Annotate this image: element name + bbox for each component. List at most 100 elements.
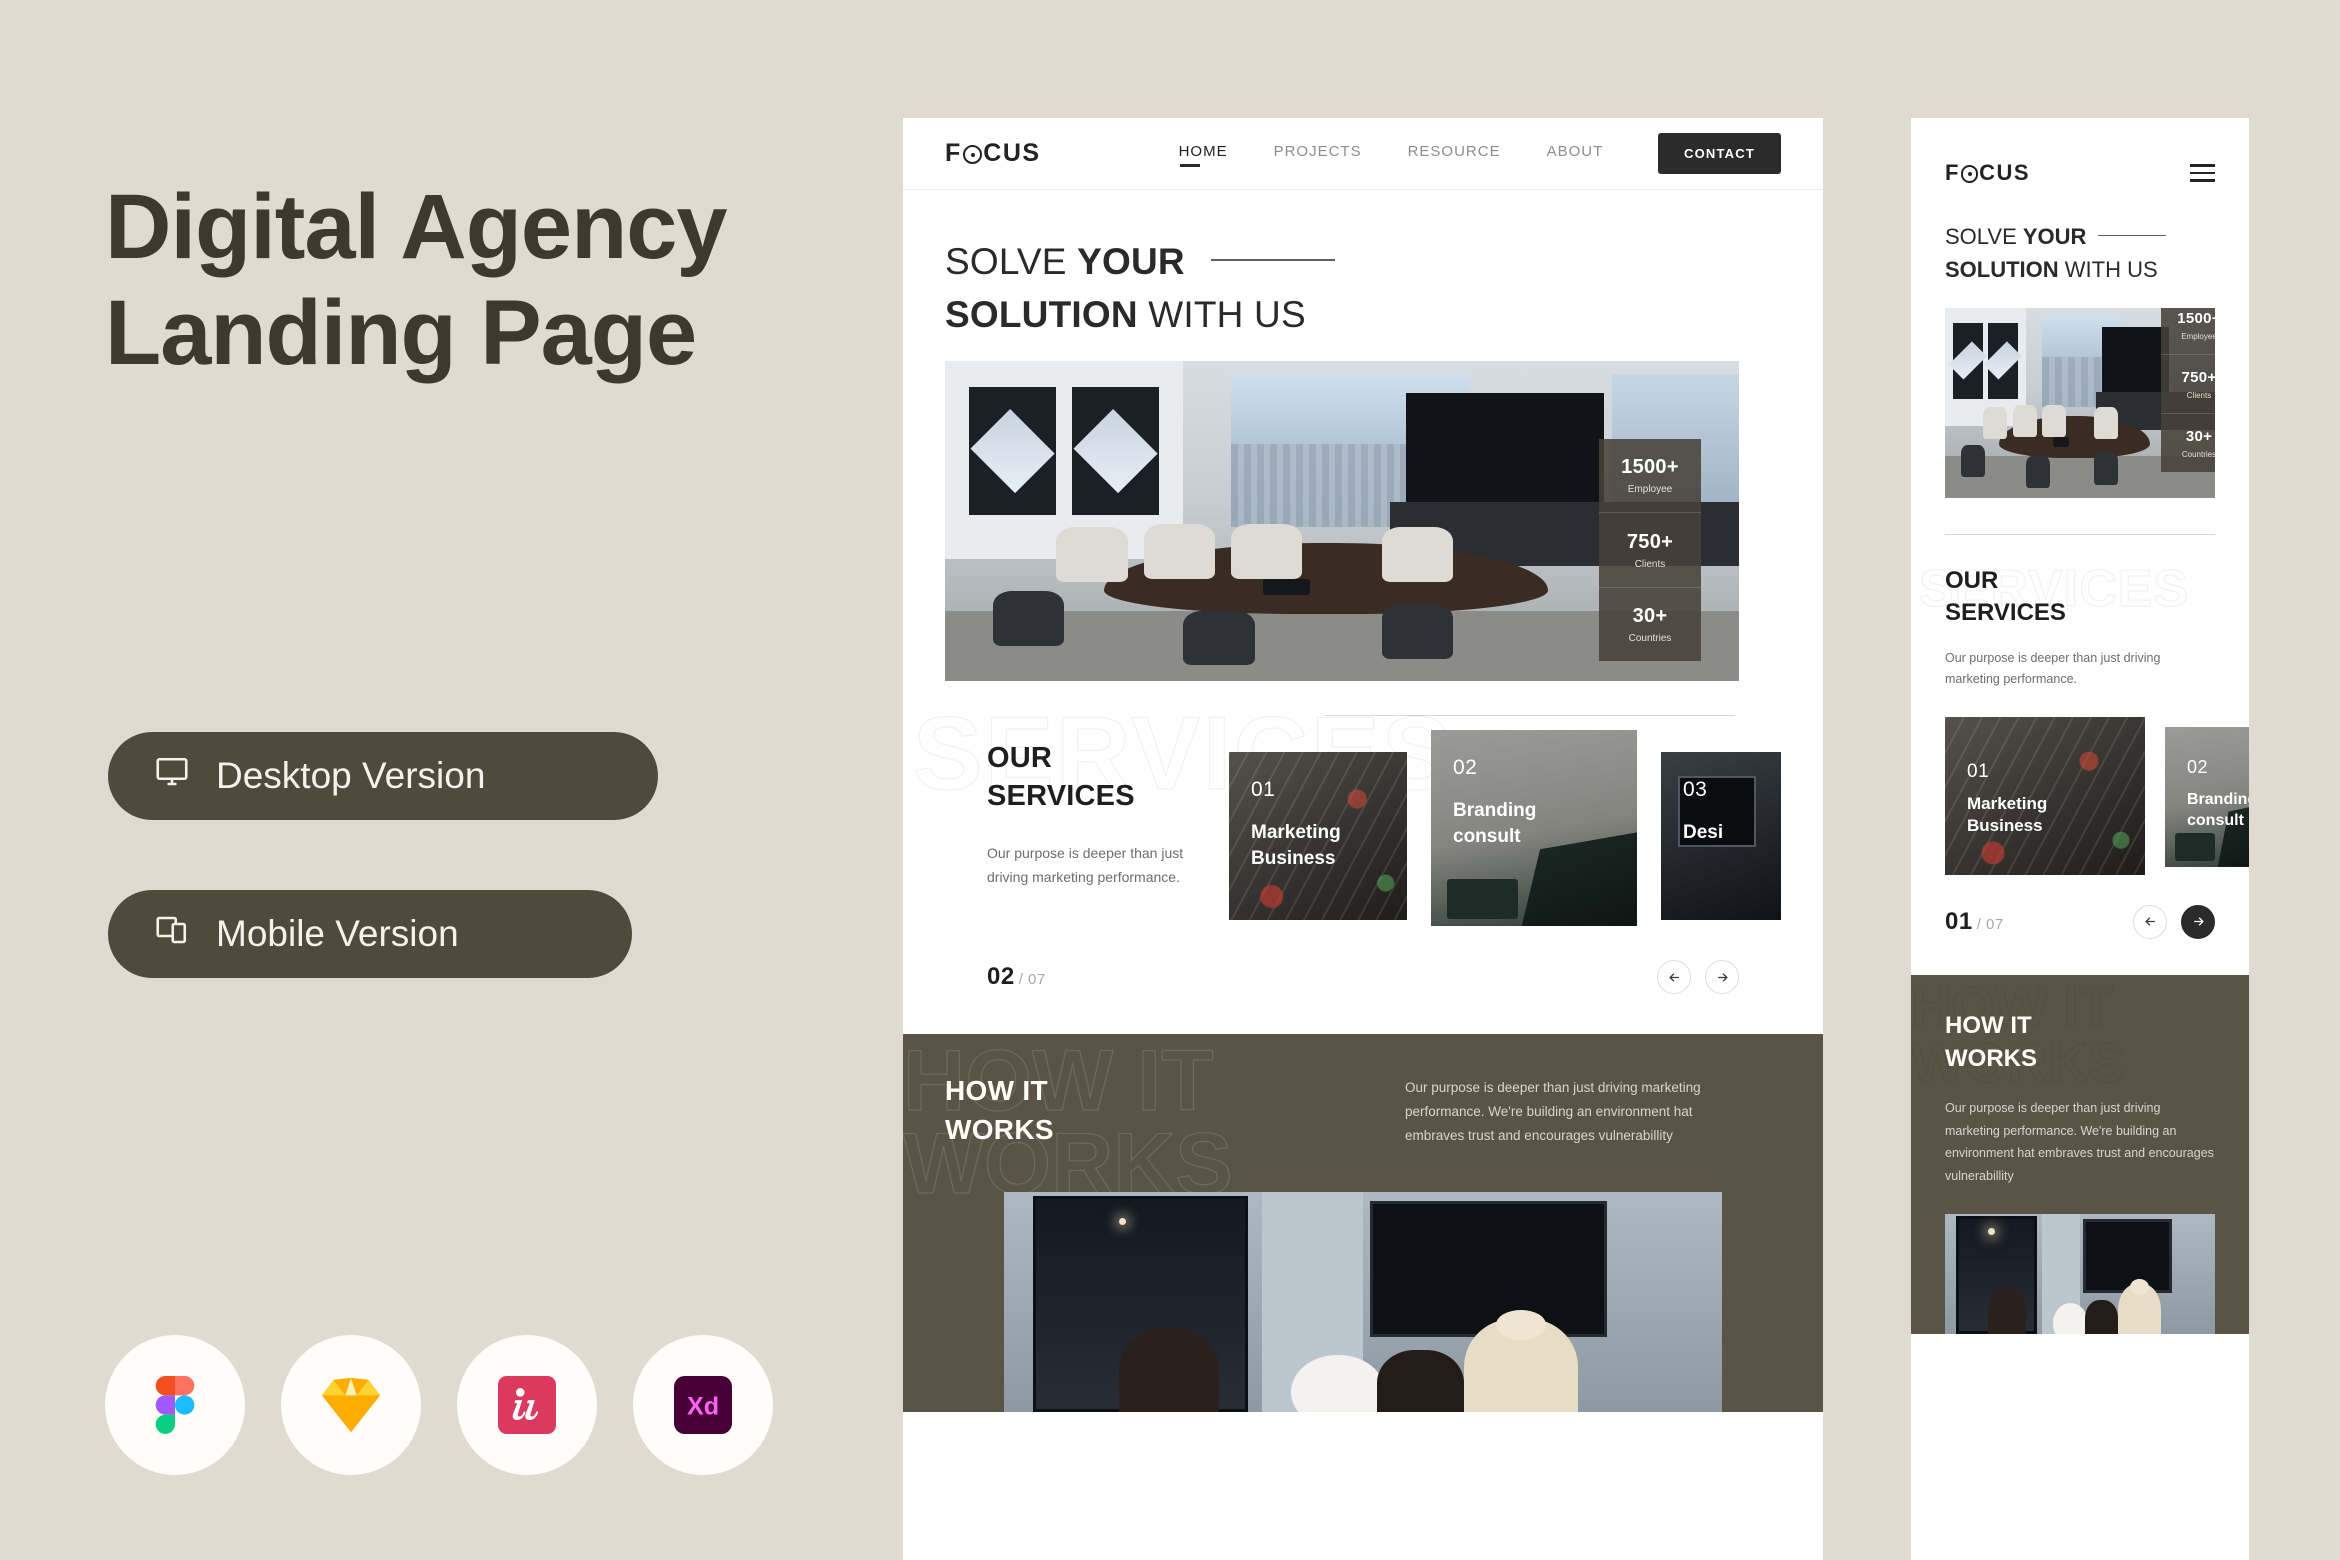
mobile-stat-employee-number: 1500+ — [2177, 309, 2215, 327]
nav-item-projects[interactable]: PROJECTS — [1274, 143, 1362, 165]
stat-employee: 1500+ Employee — [1599, 439, 1701, 512]
brand-logo[interactable]: F CUS — [945, 139, 1041, 168]
mobile-pager-current: 01 — [1945, 907, 1973, 935]
mobile-stat-clients: 750+ Clients — [2161, 354, 2215, 413]
hamburger-menu-icon[interactable] — [2190, 164, 2215, 182]
mobile-headline-rule — [2098, 234, 2167, 237]
arrow-right-icon[interactable] — [1705, 960, 1739, 995]
services-card-list: 01 Marketing Business 02 Branding consul… — [1229, 730, 1781, 927]
mobile-version-label: Mobile Version — [216, 913, 459, 954]
services-title-line2: SERVICES — [987, 779, 1135, 812]
mobile-pager-arrows — [2133, 904, 2215, 939]
mobile-services-section: SERVICES OUR SERVICES Our purpose is dee… — [1911, 535, 2249, 690]
headline-line1-bold: YOUR — [1077, 241, 1185, 282]
service-card-01[interactable]: 01 Marketing Business — [1229, 752, 1407, 921]
service-card-02-title-line2: consult — [1453, 825, 1521, 847]
mobile-how-description: Our purpose is deeper than just driving … — [1945, 1100, 2214, 1184]
mobile-how-title-line2: WORKS — [1945, 1044, 2037, 1072]
how-it-works-description: Our purpose is deeper than just driving … — [1405, 1080, 1701, 1144]
mobile-services-title: OUR SERVICES — [1945, 565, 2215, 627]
hero-image: 1500+ Employee 750+ Clients 30+ Countrie… — [945, 361, 1739, 682]
desktop-version-label: Desktop Version — [216, 755, 486, 796]
mobile-service-card-01-title: Marketing Business — [1967, 793, 2047, 838]
service-card-01-number: 01 — [1251, 778, 1276, 802]
page-title-line2: Landing Page — [105, 281, 697, 384]
pager-arrows — [1657, 960, 1739, 995]
mobile-stat-employee: 1500+ Employee — [2161, 308, 2215, 354]
service-card-03[interactable]: 03 Desi — [1661, 752, 1781, 921]
headline-line2-bold: SOLUTION — [945, 293, 1138, 335]
sketch-icon[interactable] — [281, 1335, 421, 1475]
pager-count: 02/ 07 — [987, 963, 1046, 991]
mobile-arrow-left-icon[interactable] — [2133, 904, 2167, 939]
mobile-arrow-right-icon[interactable] — [2181, 904, 2215, 939]
page-title-line1: Digital Agency — [105, 176, 728, 278]
mobile-stat-countries: 30+ Countries — [2161, 413, 2215, 472]
mobile-stat-countries-number: 30+ — [2185, 427, 2213, 445]
services-divider — [1325, 715, 1735, 717]
mobile-navbar: F CUS — [1911, 118, 2249, 186]
mobile-service-card-01[interactable]: 01 Marketing Business — [1945, 716, 2145, 875]
services-title: OUR SERVICES — [987, 740, 1229, 814]
mobile-stat-clients-number: 750+ — [2181, 368, 2216, 386]
mobile-hero-headline: SOLVE YOUR SOLUTION WITH US — [1911, 186, 2249, 286]
service-card-01-title-line2: Business — [1251, 847, 1336, 869]
mobile-service-card-01-number: 01 — [1967, 760, 1990, 782]
pager-total: / 07 — [1018, 971, 1046, 989]
mobile-services-description: Our purpose is deeper than just driving … — [1945, 650, 2161, 687]
mobile-how-title: HOW IT WORKS — [1945, 1009, 2215, 1075]
svg-text:Xd: Xd — [687, 1393, 719, 1421]
mobile-service-card-01-title-line1: Marketing — [1967, 793, 2048, 813]
app-icon-list: Xd — [105, 1335, 773, 1475]
stat-clients-number: 750+ — [1626, 530, 1674, 553]
mobile-service-card-02[interactable]: 02 Branding consult — [2165, 726, 2249, 867]
how-it-works-image — [1004, 1191, 1722, 1412]
stat-clients-label: Clients — [1634, 558, 1666, 570]
nav-item-home[interactable]: HOME — [1179, 143, 1228, 167]
how-it-works-title: HOW IT WORKS — [945, 1072, 1275, 1149]
headline-line1-light: SOLVE — [945, 241, 1078, 282]
mobile-how-image — [1945, 1213, 2215, 1334]
mobile-service-card-01-title-line2: Business — [1967, 816, 2043, 836]
figma-icon[interactable] — [105, 1335, 245, 1475]
stat-countries-label: Countries — [1628, 632, 1672, 644]
stat-employee-number: 1500+ — [1621, 456, 1679, 479]
devices-icon — [154, 912, 190, 957]
mobile-meeting-photo — [1945, 1213, 2215, 1334]
invision-icon[interactable] — [457, 1335, 597, 1475]
service-card-02[interactable]: 02 Branding consult — [1431, 730, 1637, 927]
poster-canvas: Digital Agency Landing Page Desktop Vers… — [0, 0, 2340, 1560]
contact-button[interactable]: CONTACT — [1658, 133, 1781, 174]
mobile-how-it-works-section: HOW IT WORKS HOW IT WORKS Our purpose is… — [1911, 974, 2249, 1334]
mobile-services-title-line1: OUR — [1945, 567, 1999, 595]
stats-card: 1500+ Employee 750+ Clients 30+ Countrie… — [1599, 439, 1701, 662]
adobe-xd-icon[interactable]: Xd — [633, 1335, 773, 1475]
desktop-navbar: F CUS HOME PROJECTS RESOURCE ABOUT CONTAC… — [903, 118, 1823, 190]
stat-employee-label: Employee — [1627, 484, 1673, 496]
arrow-left-icon[interactable] — [1657, 960, 1691, 995]
mobile-version-button[interactable]: Mobile Version — [108, 890, 632, 978]
mobile-headline-line2-light: WITH US — [2058, 257, 2158, 282]
left-panel: Digital Agency Landing Page Desktop Vers… — [0, 0, 900, 1560]
meeting-photo — [1004, 1191, 1722, 1412]
mobile-brand-logo[interactable]: F CUS — [1945, 160, 2030, 186]
nav-item-resource[interactable]: RESOURCE — [1408, 143, 1501, 165]
pager-current: 02 — [987, 963, 1015, 991]
desktop-mockup: F CUS HOME PROJECTS RESOURCE ABOUT CONTAC… — [903, 118, 1823, 1560]
mobile-service-card-02-title-line2: consult — [2187, 811, 2244, 829]
mobile-headline-line1-bold: YOUR — [2022, 224, 2087, 249]
mobile-stat-clients-label: Clients — [2186, 390, 2212, 400]
desktop-version-button[interactable]: Desktop Version — [108, 732, 658, 820]
mobile-service-card-02-title-line1: Branding — [2187, 790, 2249, 808]
mobile-services-title-line2: SERVICES — [1945, 598, 2066, 626]
mobile-pager-count: 01/ 07 — [1945, 908, 2004, 936]
mobile-headline-line1-light: SOLVE — [1945, 224, 2023, 249]
mobile-service-card-02-number: 02 — [2187, 756, 2209, 777]
service-card-03-number: 03 — [1683, 778, 1708, 802]
nav-item-about[interactable]: ABOUT — [1547, 143, 1604, 165]
mobile-stats-card: 1500+ Employee 750+ Clients 30+ Countrie… — [2161, 308, 2215, 472]
mobile-logo-pre: F — [1945, 160, 1960, 185]
desktop-hero: SOLVE YOUR SOLUTION WITH US 1500+ Employ… — [903, 190, 1823, 682]
desktop-nav-links: HOME PROJECTS RESOURCE ABOUT — [1179, 143, 1604, 167]
service-card-02-number: 02 — [1453, 756, 1478, 780]
